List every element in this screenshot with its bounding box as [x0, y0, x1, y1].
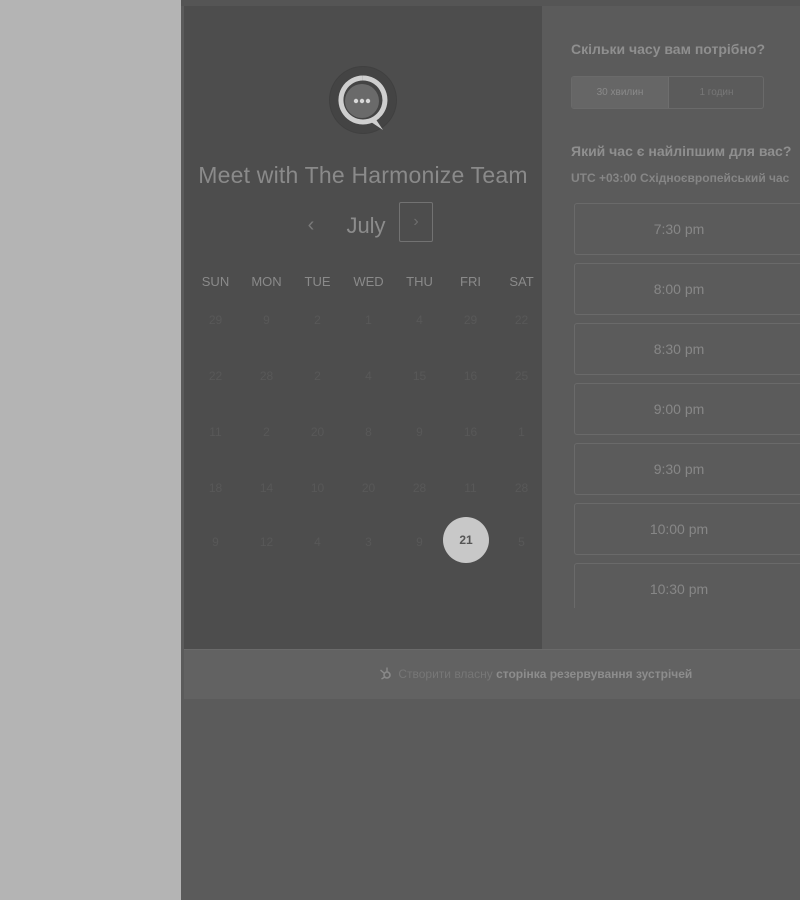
duration-option-30[interactable]: 30 хвилин [572, 77, 669, 108]
calendar-day: 16 [463, 425, 478, 439]
time-slot[interactable]: 9:00 pm [574, 383, 800, 435]
calendar-day: 29 [463, 313, 478, 327]
timezone-offset: UTC +03:00 [571, 171, 637, 185]
time-slot[interactable]: 8:30 pm [574, 323, 800, 375]
chat-logo-icon [330, 67, 396, 133]
calendar-day: 29 [208, 313, 223, 327]
weekday-label: FRI [460, 274, 481, 289]
calendar-day: 20 [310, 425, 325, 439]
calendar-day: 22 [208, 369, 223, 383]
create-booking-link[interactable]: Створити власну сторінка резервування зу… [379, 666, 692, 681]
weekday-label: WED [353, 274, 384, 289]
time-panel: Скільки часу вам потрібно? 30 хвилин 1 г… [542, 6, 800, 649]
calendar-day: 3 [365, 535, 372, 549]
calendar-day: 4 [365, 369, 372, 383]
time-question: Який час є найліпшим для вас? [571, 143, 792, 159]
calendar-day: 9 [263, 313, 270, 327]
time-slot[interactable]: 9:30 pm [574, 443, 800, 495]
footer-bar: Створити власну сторінка резервування зу… [184, 649, 800, 699]
footer-prefix: Створити власну [398, 667, 493, 681]
calendar-day: 4 [314, 535, 321, 549]
calendar-day: 2 [314, 313, 321, 327]
duration-question: Скільки часу вам потрібно? [571, 41, 766, 57]
time-slot[interactable]: 10:30 pm [574, 563, 800, 608]
calendar-day: 15 [412, 369, 427, 383]
duration-option-60[interactable]: 1 годин [669, 77, 763, 108]
weekday-header: SUN MON TUE WED THU FRI SAT [190, 274, 542, 296]
calendar-day: 2 [263, 425, 270, 439]
calendar-day: 5 [518, 535, 525, 549]
calendar-day: 9 [416, 535, 423, 549]
time-slot[interactable]: 10:00 pm [574, 503, 800, 555]
selected-day[interactable]: 21 [443, 517, 489, 563]
calendar-day: 28 [412, 481, 427, 495]
month-label: July [346, 213, 386, 238]
calendar-day: 18 [208, 481, 223, 495]
avatar [329, 66, 397, 134]
calendar-panel: Meet with The Harmonize Team ‹ July › SU… [184, 6, 542, 649]
calendar-day: 16 [463, 369, 478, 383]
left-gutter [0, 0, 181, 900]
timezone-name: Східноєвропейський час [640, 171, 790, 185]
calendar-day: 22 [514, 313, 529, 327]
time-slot-list: 7:30 pm 8:00 pm 8:30 pm 9:00 pm 9:30 pm … [574, 203, 800, 608]
calendar-day: 11 [209, 425, 222, 439]
calendar-day: 1 [365, 313, 372, 327]
next-month-button[interactable]: › [399, 202, 433, 242]
prev-month-button[interactable]: ‹ [300, 210, 322, 240]
time-slot[interactable]: 7:30 pm [574, 203, 800, 255]
calendar-day: 12 [259, 535, 274, 549]
weekday-label: SAT [509, 274, 534, 289]
calendar-day: 2 [314, 369, 321, 383]
calendar-day: 11 [464, 481, 477, 495]
weekday-label: SUN [201, 274, 230, 289]
calendar-day: 9 [416, 425, 423, 439]
time-slot[interactable]: 8:00 pm [574, 263, 800, 315]
footer-link-text[interactable]: сторінка резервування зустрічей [496, 667, 692, 681]
calendar-day: 20 [361, 481, 376, 495]
weekday-label: MON [251, 274, 282, 289]
weekday-label: TUE [304, 274, 331, 289]
calendar-day: 9 [212, 535, 219, 549]
weekday-label: THU [406, 274, 433, 289]
calendar-day: 10 [310, 481, 325, 495]
duration-toggle: 30 хвилин 1 годин [571, 76, 764, 109]
calendar-day: 28 [259, 369, 274, 383]
calendar-day: 28 [514, 481, 529, 495]
hubspot-sprocket-icon [379, 667, 396, 681]
calendar-day: 1 [518, 425, 525, 439]
meetings-widget: Meet with The Harmonize Team ‹ July › SU… [181, 0, 800, 900]
calendar-title: Meet with The Harmonize Team [198, 162, 528, 188]
calendar-day: 25 [514, 369, 529, 383]
calendar-day: 4 [416, 313, 423, 327]
calendar-day: 8 [365, 425, 372, 439]
timezone-selector[interactable]: UTC +03:00 Східноєвропейський час [571, 171, 789, 185]
calendar-day: 14 [259, 481, 274, 495]
